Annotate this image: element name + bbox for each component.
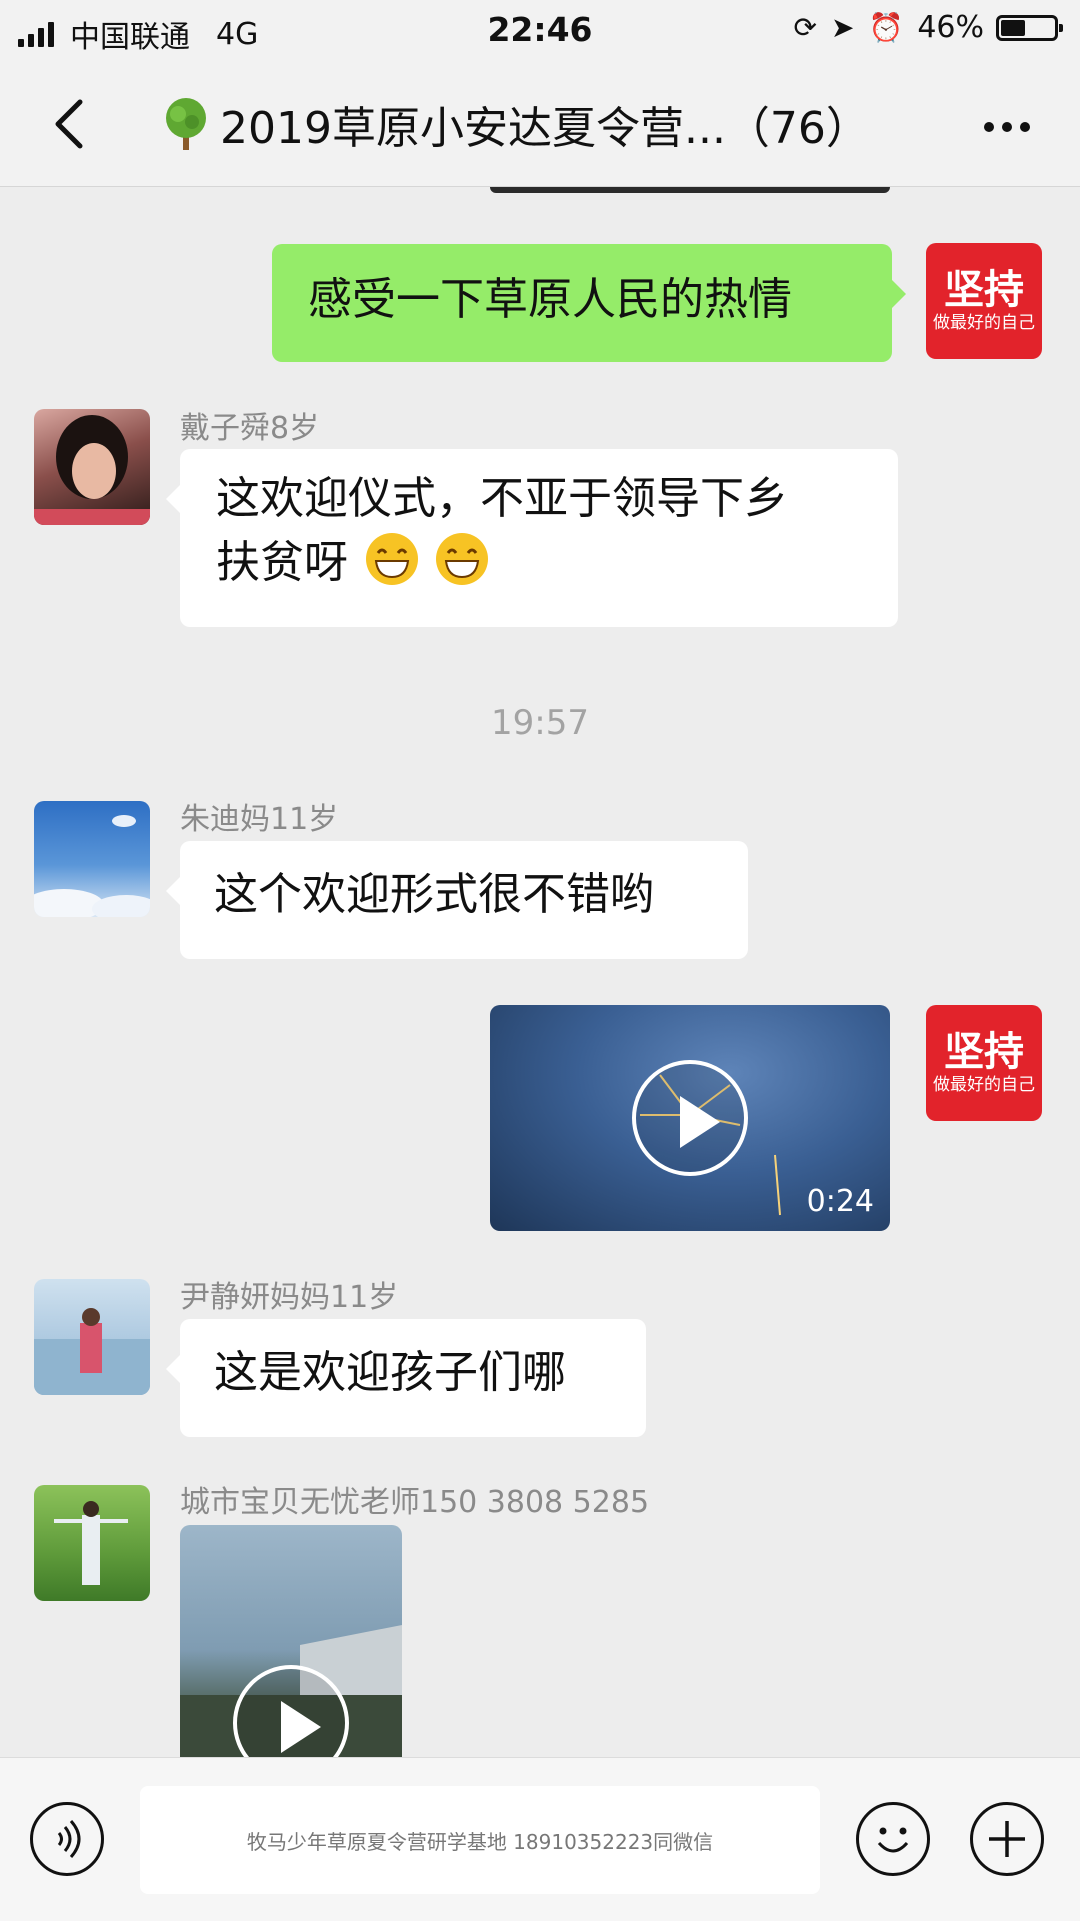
rotation-lock-icon: ⟳ <box>793 11 817 44</box>
sender-name: 城市宝贝无忧老师150 3808 5285 <box>180 1485 650 1520</box>
self-avatar[interactable]: 坚持 做最好的自己 <box>926 1005 1042 1121</box>
status-right: ⟳ ➤ ⏰ 46% <box>780 10 1063 45</box>
self-avatar-text: 坚持 <box>944 1028 1024 1075</box>
message-text: 这是欢迎孩子们哪 <box>214 1347 566 1398</box>
more-options-icon[interactable] <box>976 122 1030 132</box>
grinning-emoji-icon <box>366 533 418 585</box>
sender-name: 朱迪妈11岁 <box>180 802 339 837</box>
previous-media-edge <box>490 187 890 193</box>
voice-input-icon[interactable] <box>30 1802 104 1876</box>
sender-name: 尹静妍妈妈11岁 <box>180 1280 399 1315</box>
message-input[interactable]: 牧马少年草原夏令营研学基地 18910352223同微信 <box>140 1786 820 1894</box>
emoji-icon[interactable] <box>856 1802 930 1876</box>
status-bar: 中国联通 4G 22:46 ⟳ ➤ ⏰ 46% <box>0 0 1080 62</box>
avatar-photo <box>34 415 150 525</box>
battery-icon <box>996 14 1063 41</box>
self-avatar-subtext: 做最好的自己 <box>933 313 1035 333</box>
back-arrow-icon[interactable] <box>40 92 104 156</box>
play-icon[interactable] <box>632 1060 748 1176</box>
avatar-photo <box>54 1501 128 1585</box>
sender-name: 戴子舜8岁 <box>180 411 320 446</box>
nav-bar: 2019草原小安达夏令营...（76） <box>0 62 1080 187</box>
video-message[interactable] <box>180 1525 402 1757</box>
alarm-icon: ⏰ <box>868 11 904 44</box>
self-avatar-text: 坚持 <box>944 266 1024 313</box>
message-bubble[interactable]: 这是欢迎孩子们哪 <box>166 1319 646 1437</box>
self-message-bubble[interactable]: 感受一下草原人民的热情 <box>272 244 906 362</box>
message-text: 感受一下草原人民的热情 <box>308 274 792 325</box>
message-text-line2: 扶贫呀 <box>216 537 348 588</box>
tree-emoji-icon <box>166 98 206 150</box>
self-video-message[interactable]: 0:24 <box>490 1005 890 1231</box>
input-bar: 牧马少年草原夏令营研学基地 18910352223同微信 <box>0 1757 1080 1921</box>
chat-title-text: 2019草原小安达夏令营...（76） <box>220 103 870 154</box>
chat-area[interactable]: 感受一下草原人民的热情 坚持 做最好的自己 戴子舜8岁 这欢迎仪式，不亚于领导下… <box>0 187 1080 1757</box>
avatar-city-baby-teacher[interactable] <box>34 1485 150 1601</box>
avatar-zhudima[interactable] <box>34 801 150 917</box>
chat-title[interactable]: 2019草原小安达夏令营...（76） <box>160 92 920 156</box>
video-duration: 0:24 <box>806 1184 874 1219</box>
message-text: 这个欢迎形式很不错哟 <box>214 869 654 920</box>
location-icon: ➤ <box>830 11 855 44</box>
timestamp: 19:57 <box>491 703 589 743</box>
message-text-line1: 这欢迎仪式，不亚于领导下乡 <box>216 473 788 524</box>
self-avatar[interactable]: 坚持 做最好的自己 <box>926 243 1042 359</box>
grinning-emoji-icon <box>436 533 488 585</box>
avatar-yinjingyan[interactable] <box>34 1279 150 1395</box>
battery-fill <box>1001 19 1025 36</box>
avatar-photo <box>34 1308 150 1395</box>
self-avatar-subtext: 做最好的自己 <box>933 1075 1035 1095</box>
add-icon[interactable] <box>970 1802 1044 1876</box>
battery-percent: 46% <box>917 10 984 45</box>
avatar-daizishun[interactable] <box>34 409 150 525</box>
message-bubble[interactable]: 这欢迎仪式，不亚于领导下乡 扶贫呀 <box>166 449 898 627</box>
avatar-photo <box>34 815 150 917</box>
input-watermark: 牧马少年草原夏令营研学基地 18910352223同微信 <box>246 1829 714 1854</box>
message-bubble[interactable]: 这个欢迎形式很不错哟 <box>166 841 748 959</box>
